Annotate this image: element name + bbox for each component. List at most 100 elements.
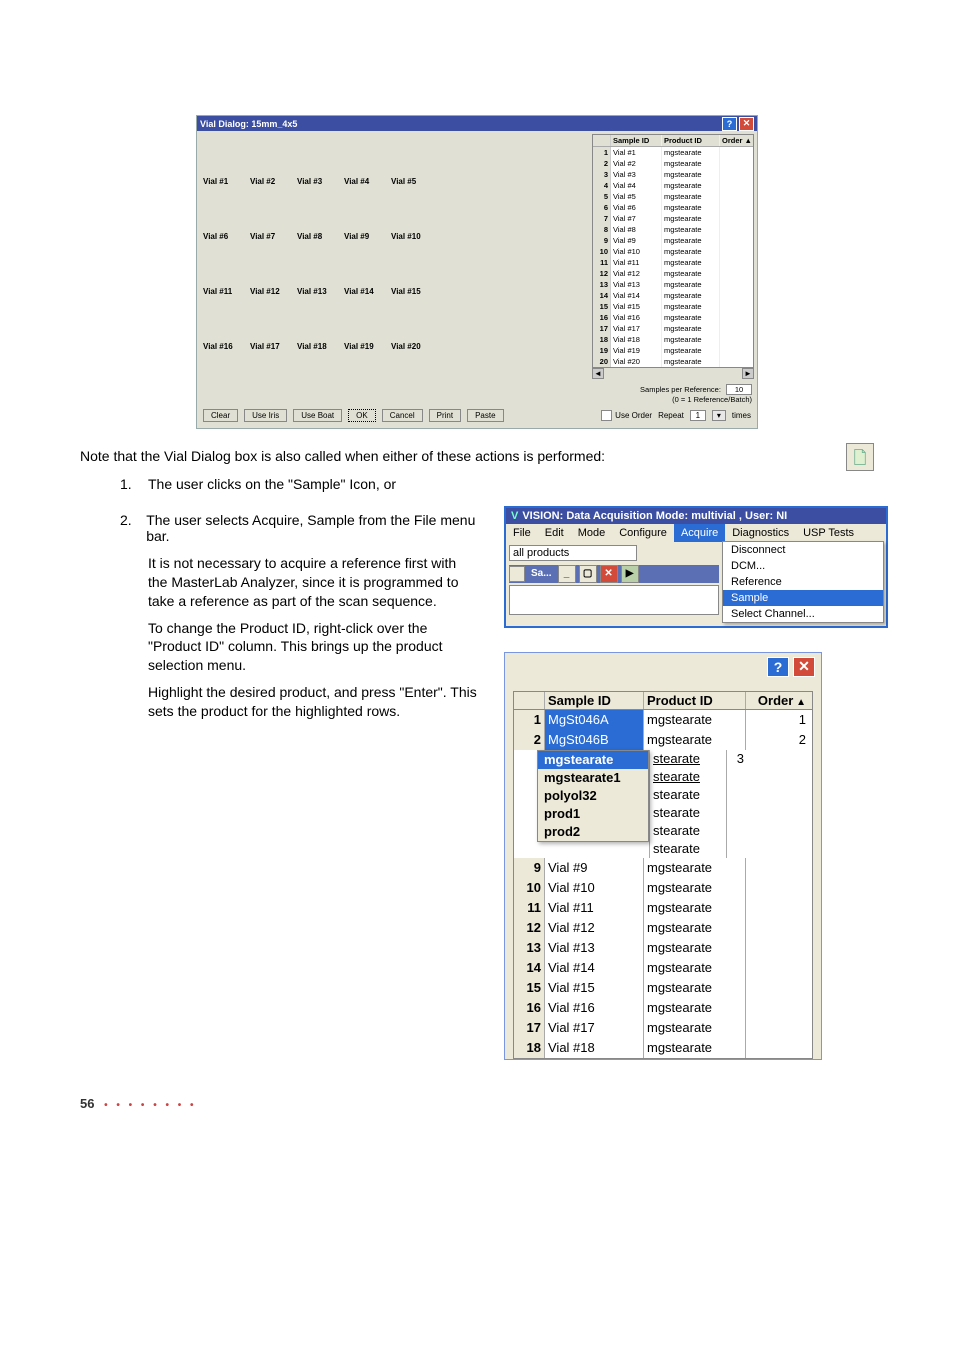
col-sample-id[interactable]: Sample ID (545, 692, 644, 709)
product-cell[interactable]: stearate (650, 822, 727, 840)
table-row[interactable]: 13Vial #13mgstearate (514, 938, 812, 958)
table-row[interactable]: 8Vial #8mgstearate (593, 224, 753, 235)
cell-order[interactable]: 1 (746, 710, 812, 730)
table-row[interactable]: 9Vial #9mgstearate (514, 858, 812, 878)
print-button[interactable]: Print (429, 409, 461, 422)
vial-cell[interactable]: Vial #15 (391, 287, 438, 300)
product-cell[interactable]: stearate (650, 840, 727, 858)
table-row[interactable]: 15Vial #15mgstearate (514, 978, 812, 998)
vial-cell[interactable]: Vial #6 (203, 232, 250, 245)
vial-cell[interactable]: Vial #3 (297, 177, 344, 190)
menu-item[interactable]: Reference (723, 574, 883, 590)
use-order-checkbox[interactable]: Use Order (601, 410, 652, 421)
vial-cell[interactable]: Vial #5 (391, 177, 438, 190)
vial-cell[interactable]: Vial #9 (344, 232, 391, 245)
table-row[interactable]: 10Vial #10mgstearate (593, 246, 753, 257)
col-product-id[interactable]: Product ID (662, 135, 720, 146)
table-row[interactable]: 10Vial #10mgstearate (514, 878, 812, 898)
acquire-menu-dropdown[interactable]: DisconnectDCM...ReferenceSampleSelect Ch… (722, 541, 884, 623)
product-cell[interactable]: stearate (650, 768, 727, 786)
vial-cell[interactable]: Vial #14 (344, 287, 391, 300)
col-order[interactable]: Order ▲ (720, 135, 753, 146)
table-row[interactable]: 1Vial #1mgstearate (593, 147, 753, 158)
menu-item[interactable]: Acquire (674, 524, 725, 542)
vision-menubar[interactable]: FileEditModeConfigureAcquireDiagnosticsU… (506, 524, 886, 542)
cell-product-id[interactable]: mgstearate (644, 710, 746, 730)
table-row[interactable]: 14Vial #14mgstearate (514, 958, 812, 978)
table-row[interactable]: 5Vial #5mgstearate (593, 191, 753, 202)
table-row[interactable]: 6Vial #6mgstearate (593, 202, 753, 213)
menu-item[interactable]: Select Channel... (723, 606, 883, 622)
vial-cell[interactable]: Vial #1 (203, 177, 250, 190)
close-icon[interactable]: ✕ (600, 565, 618, 583)
table-row[interactable]: 17Vial #17mgstearate (514, 1018, 812, 1038)
popup-item[interactable]: polyol32 (538, 787, 648, 805)
table-row[interactable]: 14Vial #14mgstearate (593, 290, 753, 301)
maximize-icon[interactable]: ▢ (579, 565, 597, 583)
menu-item[interactable]: Disconnect (723, 542, 883, 558)
table-row[interactable]: 7Vial #7mgstearate (593, 213, 753, 224)
popup-item[interactable]: prod2 (538, 823, 648, 841)
vision-titlebar[interactable]: V VISION: Data Acquisition Mode: multivi… (506, 508, 886, 524)
cancel-button[interactable]: Cancel (382, 409, 423, 422)
vial-cell[interactable]: Vial #11 (203, 287, 250, 300)
spr-spinner[interactable]: 10 (726, 384, 752, 395)
vial-cell[interactable]: Vial #13 (297, 287, 344, 300)
product-filter-input[interactable]: all products (509, 545, 637, 561)
col-product-id[interactable]: Product ID (644, 692, 746, 709)
vial-cell[interactable]: Vial #12 (250, 287, 297, 300)
action-icon[interactable]: ▶ (621, 565, 639, 583)
table-row[interactable]: 11Vial #11mgstearate (514, 898, 812, 918)
menu-item[interactable]: Mode (571, 524, 613, 542)
product-cell[interactable]: stearate (650, 786, 727, 804)
table-row[interactable]: 12Vial #12mgstearate (593, 268, 753, 279)
minimize-icon[interactable]: _ (558, 565, 576, 583)
repeat-input[interactable]: 1 (690, 410, 706, 421)
table-row[interactable]: 4Vial #4mgstearate (593, 180, 753, 191)
popup-item[interactable]: prod1 (538, 805, 648, 823)
vial-cell[interactable]: Vial #4 (344, 177, 391, 190)
vial-cell[interactable]: Vial #18 (297, 342, 344, 355)
table-row[interactable]: 2Vial #2mgstearate (593, 158, 753, 169)
product-cell[interactable]: stearate (650, 804, 727, 822)
menu-item[interactable]: Diagnostics (725, 524, 796, 542)
vial-cell[interactable]: Vial #19 (344, 342, 391, 355)
vial-cell[interactable]: Vial #17 (250, 342, 297, 355)
col-order[interactable]: Order (746, 692, 812, 709)
clear-button[interactable]: Clear (203, 409, 238, 422)
menu-item[interactable]: Sample (723, 590, 883, 606)
paste-button[interactable]: Paste (467, 409, 503, 422)
table-row[interactable]: 20Vial #20mgstearate (593, 356, 753, 367)
help-icon[interactable]: ? (722, 117, 737, 131)
close-icon[interactable]: ✕ (739, 117, 754, 131)
table-row[interactable]: 15Vial #15mgstearate (593, 301, 753, 312)
menu-item[interactable]: Edit (538, 524, 571, 542)
menu-item[interactable]: File (506, 524, 538, 542)
popup-item[interactable]: mgstearate1 (538, 769, 648, 787)
vial-cell[interactable]: Vial #8 (297, 232, 344, 245)
vial-cell[interactable]: Vial #20 (391, 342, 438, 355)
repeat-dropdown-icon[interactable]: ▾ (712, 410, 726, 421)
product-cell[interactable]: stearate (650, 750, 727, 768)
table-row[interactable]: 17Vial #17mgstearate (593, 323, 753, 334)
table-row[interactable]: 16Vial #16mgstearate (593, 312, 753, 323)
cell-sample-id[interactable]: MgSt046A (545, 710, 644, 730)
vial-sample-table[interactable]: Sample ID Product ID Order ▲ 1Vial #1mgs… (592, 134, 754, 368)
cell-order[interactable]: 2 (746, 730, 812, 750)
table-row[interactable]: 16Vial #16mgstearate (514, 998, 812, 1018)
cell-sample-id[interactable]: MgSt046B (545, 730, 644, 750)
table-row[interactable]: 19Vial #19mgstearate (593, 345, 753, 356)
table-row[interactable]: 13Vial #13mgstearate (593, 279, 753, 290)
col-sample-id[interactable]: Sample ID (611, 135, 662, 146)
use-boat-button[interactable]: Use Boat (293, 409, 342, 422)
titlebar[interactable]: Vial Dialog: 15mm_4x5 ? ✕ (197, 116, 757, 131)
table-row[interactable]: 9Vial #9mgstearate (593, 235, 753, 246)
table-row[interactable]: 18Vial #18mgstearate (593, 334, 753, 345)
cell-product-id[interactable]: mgstearate (644, 730, 746, 750)
vial-cell[interactable]: Vial #10 (391, 232, 438, 245)
product-popup-menu[interactable]: mgstearatemgstearate1polyol32prod1prod2 (537, 750, 649, 842)
table-row[interactable]: 12Vial #12mgstearate (514, 918, 812, 938)
product-table[interactable]: Sample ID Product ID Order 1 MgSt046A mg… (513, 691, 813, 1059)
table-row[interactable]: 18Vial #18mgstearate (514, 1038, 812, 1058)
close-icon[interactable]: ✕ (793, 657, 815, 677)
